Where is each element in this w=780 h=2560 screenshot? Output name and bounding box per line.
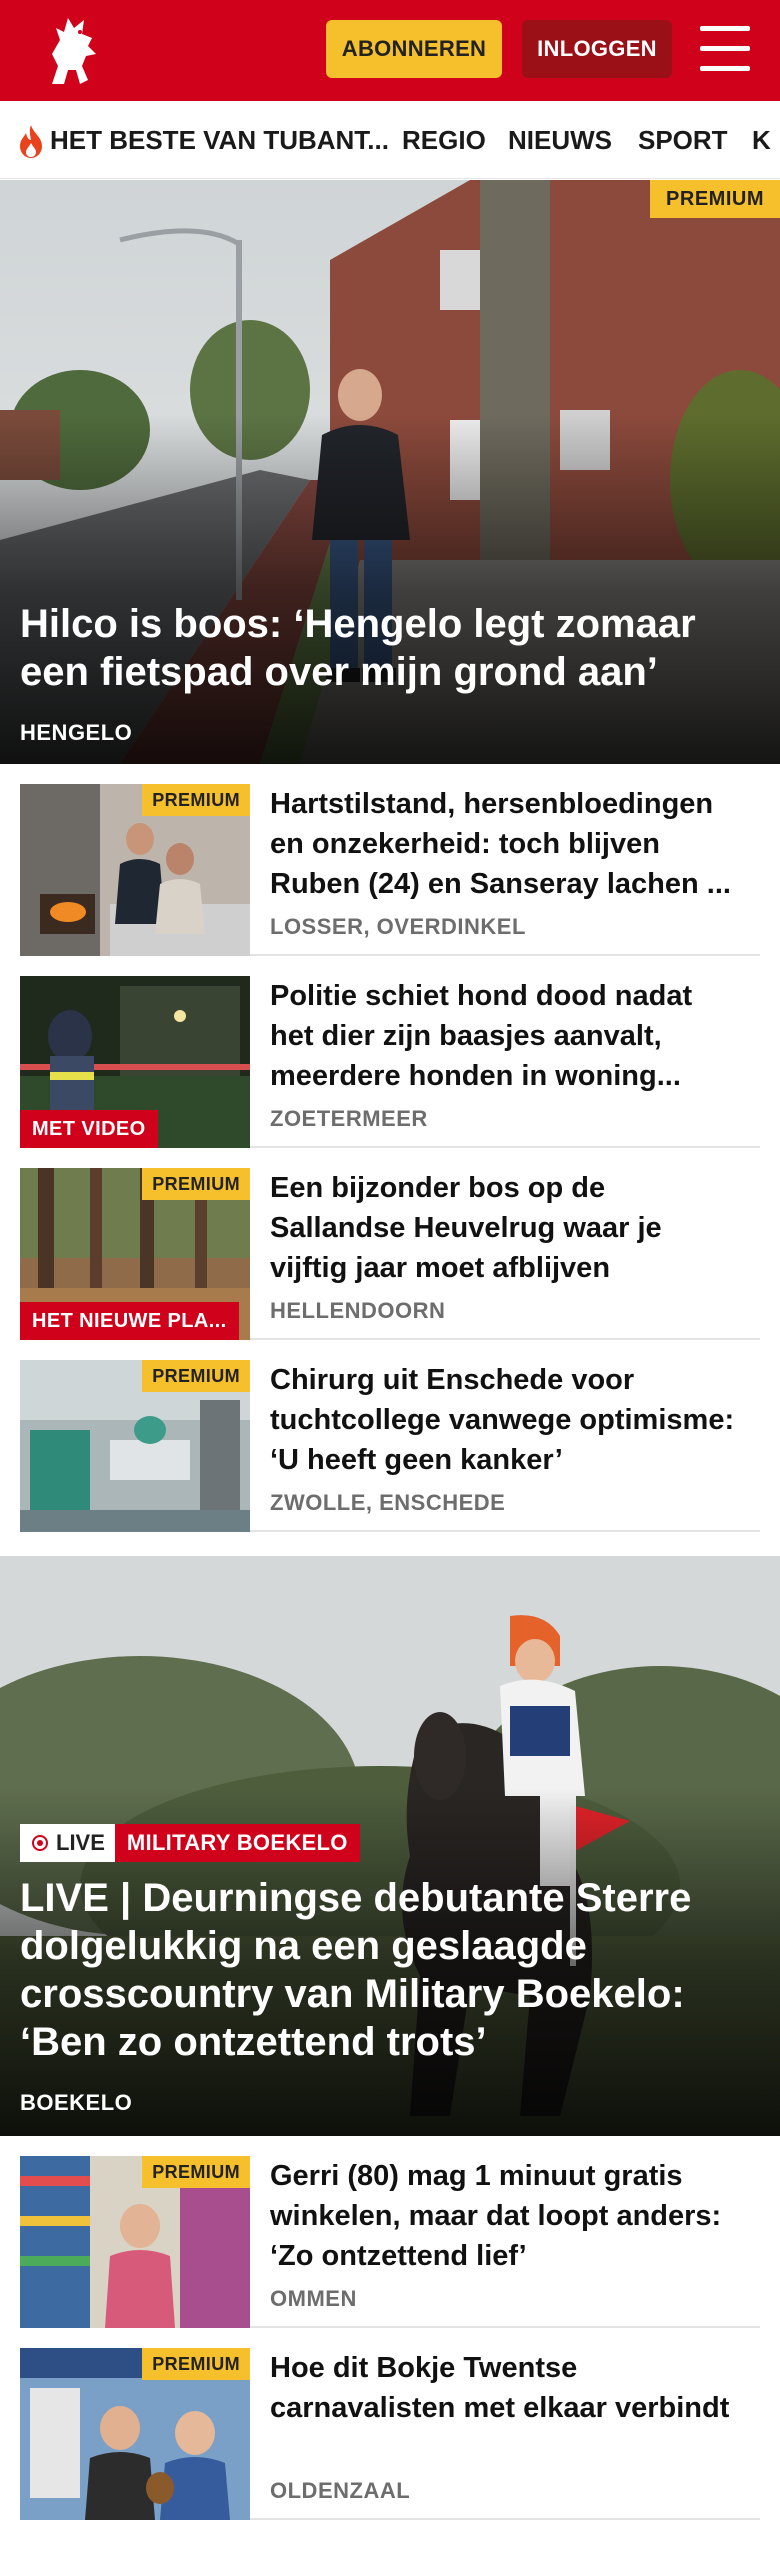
article-thumbnail: PREMIUM [20,2156,250,2328]
premium-badge: PREMIUM [142,2156,250,2188]
live-label: LIVE [56,1830,105,1855]
article-row[interactable]: MET VIDEO Politie schiet hond dood nadat… [20,956,760,1148]
article-row[interactable]: PREMIUM Hoe dit Bokje Twentse carnavalis… [20,2328,760,2520]
premium-badge: PREMIUM [142,1168,250,1200]
article-title[interactable]: Politie schiet hond dood nadat het dier … [270,976,740,1096]
nav-item-sport[interactable]: SPORT [638,101,728,178]
hero-title[interactable]: LIVE | Deurningse debutante Sterre dolge… [20,1874,750,2066]
article-title[interactable]: Hartstilstand, hersenbloedingen en onzek… [270,784,740,904]
category-badge: MILITARY BOEKELO [114,1824,360,1862]
article-row[interactable]: PREMIUM HET NIEUWE PLA... Een bijzonder … [20,1148,760,1340]
article-title[interactable]: Gerri (80) mag 1 minuut gratis winkelen,… [270,2156,740,2276]
article-row[interactable]: PREMIUM Gerri (80) mag 1 minuut gratis w… [20,2136,760,2328]
article-thumbnail: PREMIUM [20,784,250,956]
live-badge: LIVE [20,1824,115,1862]
article-row[interactable]: PREMIUM Chirurg uit Enschede voor tuchtc… [20,1340,760,1532]
hamburger-menu-icon[interactable] [700,26,750,72]
nav-item-regio[interactable]: REGIO [402,101,486,178]
hero-location: HENGELO [20,720,133,745]
article-thumbnail: PREMIUM [20,2348,250,2520]
horse-logo-icon[interactable] [38,10,106,90]
hero-location: BOEKELO [20,2090,133,2115]
nav-item-best-of[interactable]: HET BESTE VAN TUBANT... [50,101,389,178]
site-header: ABONNEREN INLOGGEN [0,0,780,101]
article-location: OLDENZAAL [270,2478,411,2503]
nav-item-nieuws[interactable]: NIEUWS [508,101,612,178]
premium-badge: PREMIUM [650,180,780,218]
premium-badge: PREMIUM [142,1360,250,1392]
premium-badge: PREMIUM [142,784,250,816]
article-title[interactable]: Chirurg uit Enschede voor tuchtcollege v… [270,1360,740,1480]
category-nav: HET BESTE VAN TUBANT... REGIO NIEUWS SPO… [0,101,780,179]
article-location: ZOETERMEER [270,1106,428,1131]
hero-article-hengelo[interactable]: PREMIUM Hilco is boos: ‘Hengelo legt zom… [0,180,780,764]
flame-icon [20,125,42,158]
article-location: HELLENDOORN [270,1298,446,1323]
article-thumbnail: PREMIUM [20,1360,250,1532]
article-location: ZWOLLE, ENSCHEDE [270,1490,506,1515]
hero-title[interactable]: Hilco is boos: ‘Hengelo legt zomaar een … [20,600,750,696]
hero-gradient [0,413,780,764]
article-title[interactable]: Hoe dit Bokje Twentse carnavalisten met … [270,2348,740,2428]
video-tag: MET VIDEO [20,1110,158,1148]
article-row[interactable]: PREMIUM Hartstilstand, hersenbloedingen … [20,764,760,956]
live-dot-icon [32,1835,48,1851]
article-location: LOSSER, OVERDINKEL [270,914,526,939]
premium-badge: PREMIUM [142,2348,250,2380]
series-tag: HET NIEUWE PLA... [20,1302,239,1340]
subscribe-button[interactable]: ABONNEREN [326,20,502,78]
article-thumbnail: MET VIDEO [20,976,250,1148]
article-title[interactable]: Een bijzonder bos op de Sallandse Heuvel… [270,1168,740,1288]
nav-item-more[interactable]: K [752,101,771,178]
live-badges: LIVE MILITARY BOEKELO [20,1824,360,1862]
article-location: OMMEN [270,2286,357,2311]
article-thumbnail: PREMIUM HET NIEUWE PLA... [20,1168,250,1340]
login-button[interactable]: INLOGGEN [522,20,672,78]
